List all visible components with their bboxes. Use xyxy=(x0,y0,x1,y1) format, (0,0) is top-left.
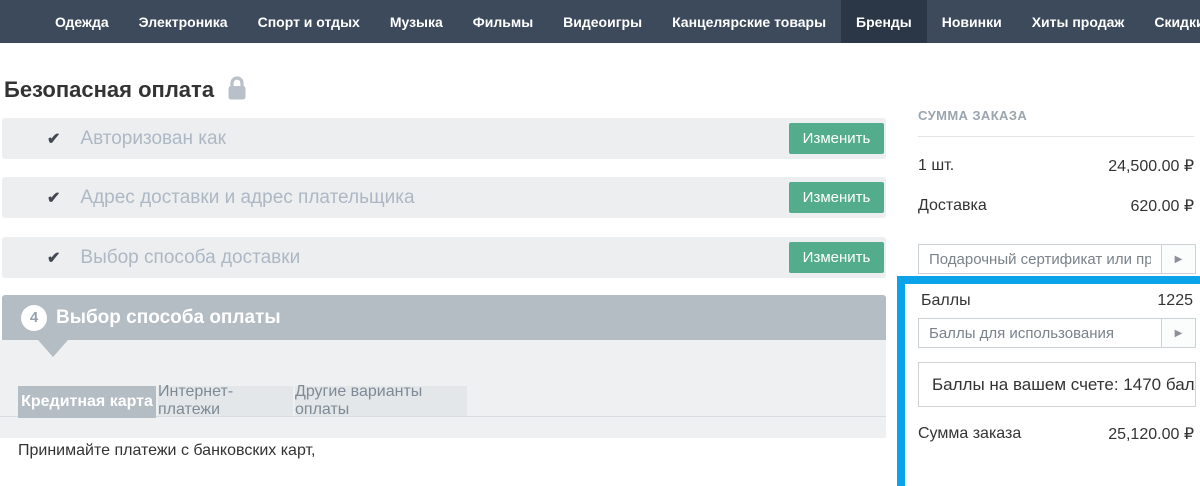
points-value: 1225 xyxy=(1157,292,1193,310)
nav-item-brands[interactable]: Бренды xyxy=(841,0,927,43)
points-input-group: ▶ xyxy=(918,318,1196,348)
nav-item-clothes[interactable]: Одежда xyxy=(40,0,124,43)
summary-line-items: 1 шт. 24,500.00 ₽ xyxy=(918,156,1194,176)
gift-certificate-apply-button[interactable]: ▶ xyxy=(1161,245,1195,273)
summary-line-label: 1 шт. xyxy=(918,157,954,175)
change-shipping-button[interactable]: Изменить xyxy=(789,242,884,273)
check-icon: ✔ xyxy=(47,248,60,268)
nav-item-electronics[interactable]: Электроника xyxy=(124,0,243,43)
change-auth-button[interactable]: Изменить xyxy=(789,123,884,154)
check-icon: ✔ xyxy=(47,129,60,149)
page-title-row: Безопасная оплата xyxy=(4,73,248,106)
points-label: Баллы xyxy=(921,292,971,310)
nav-item-sales[interactable]: Скидки xyxy=(1139,0,1200,43)
payment-tabs: Кредитная карта Интернет-платежи Другие … xyxy=(18,386,467,418)
points-balance-tooltip: Баллы на вашем счете: 1470 баллы. xyxy=(918,362,1196,407)
points-input[interactable] xyxy=(919,319,1161,347)
lock-icon xyxy=(226,75,248,106)
pointer-triangle xyxy=(38,340,68,357)
summary-line-delivery: Доставка 620.00 ₽ xyxy=(918,196,1194,216)
step-row-authorized: ✔ Авторизован как Изменить xyxy=(2,118,886,159)
nav-item-movies[interactable]: Фильмы xyxy=(458,0,548,43)
step-row-shipping: ✔ Выбор способа доставки Изменить xyxy=(2,237,886,278)
points-section: Баллы 1225 ▶ Баллы на вашем счете: 1470 … xyxy=(905,284,1200,486)
change-address-button[interactable]: Изменить xyxy=(789,182,884,213)
points-apply-button[interactable]: ▶ xyxy=(1161,319,1195,347)
step-row-address: ✔ Адрес доставки и адрес плательщика Изм… xyxy=(2,177,886,218)
payment-tabs-panel: Кредитная карта Интернет-платежи Другие … xyxy=(0,340,886,438)
summary-line-label: Доставка xyxy=(918,197,987,215)
order-total-value: 25,120.00 ₽ xyxy=(1108,424,1194,444)
nav-item-sport[interactable]: Спорт и отдых xyxy=(243,0,375,43)
nav-item-stationery[interactable]: Канцелярские товары xyxy=(657,0,841,43)
step-number-badge: 4 xyxy=(21,305,47,331)
payment-step-title: Выбор способа оплаты xyxy=(56,307,281,329)
nav-item-music[interactable]: Музыка xyxy=(375,0,458,43)
nav-item-videogames[interactable]: Видеоигры xyxy=(548,0,657,43)
divider xyxy=(918,136,1194,137)
tab-internet-payments[interactable]: Интернет-платежи xyxy=(158,386,293,416)
points-highlight-box: Баллы 1225 ▶ Баллы на вашем счете: 1470 … xyxy=(897,276,1200,486)
payment-step-header: 4 Выбор способа оплаты xyxy=(2,295,886,340)
summary-line-value: 620.00 ₽ xyxy=(1130,196,1194,216)
nav-item-new[interactable]: Новинки xyxy=(927,0,1017,43)
tab-other-payment-options[interactable]: Другие варианты оплаты xyxy=(295,386,467,416)
nav-item-bestsellers[interactable]: Хиты продаж xyxy=(1017,0,1140,43)
top-nav: Одежда Электроника Спорт и отдых Музыка … xyxy=(0,0,1200,43)
page-title: Безопасная оплата xyxy=(4,77,214,103)
points-line: Баллы 1225 xyxy=(921,292,1193,310)
step-label: Авторизован как xyxy=(80,128,225,150)
tab-credit-card[interactable]: Кредитная карта xyxy=(18,386,156,418)
check-icon: ✔ xyxy=(47,188,60,208)
step-label: Адрес доставки и адрес плательщика xyxy=(80,187,414,209)
gift-certificate-input[interactable] xyxy=(919,245,1161,273)
order-total-line: Сумма заказа 25,120.00 ₽ xyxy=(918,424,1194,444)
gift-certificate-group: ▶ xyxy=(918,244,1196,274)
order-summary-title: СУММА ЗАКАЗА xyxy=(918,108,1027,123)
arrow-right-icon: ▶ xyxy=(1175,328,1183,339)
arrow-right-icon: ▶ xyxy=(1175,254,1183,265)
points-balance-text: Баллы на вашем счете: 1470 баллы. xyxy=(932,375,1196,395)
order-total-label: Сумма заказа xyxy=(918,425,1021,443)
summary-line-value: 24,500.00 ₽ xyxy=(1108,156,1194,176)
payment-intro-text: Принимайте платежи с банковских карт, xyxy=(18,442,316,460)
step-label: Выбор способа доставки xyxy=(80,247,300,269)
